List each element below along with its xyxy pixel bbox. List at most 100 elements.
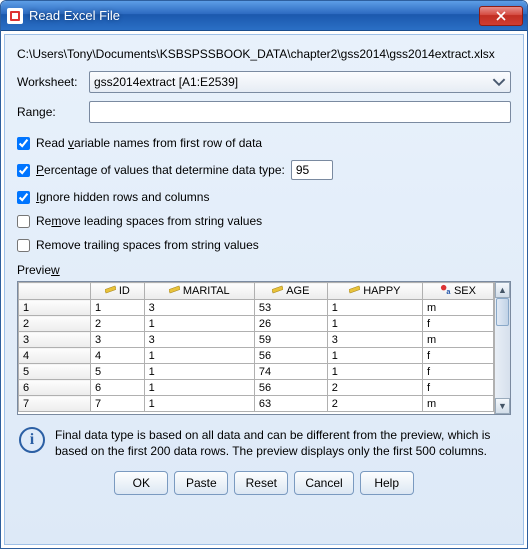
help-button[interactable]: Help [360, 471, 414, 495]
table-cell[interactable]: 7 [91, 396, 145, 412]
remove-leading-label: Remove leading spaces from string values [36, 214, 262, 228]
info-row: i Final data type is based on all data a… [19, 427, 509, 459]
table-cell[interactable]: 5 [91, 364, 145, 380]
row-number[interactable]: 4 [19, 348, 91, 364]
table-row: 551741f [19, 364, 494, 380]
ok-button[interactable]: OK [114, 471, 168, 495]
worksheet-combo[interactable]: gss2014extract [A1:E2539] [89, 71, 511, 93]
table-header[interactable]: AGE [254, 283, 327, 300]
range-row: Range: [17, 101, 511, 123]
pct-checkbox[interactable] [17, 164, 30, 177]
pct-row: Percentage of values that determine data… [17, 160, 511, 180]
dialog-window: Read Excel File C:\Users\Tony\Documents\… [0, 0, 528, 549]
row-number[interactable]: 3 [19, 332, 91, 348]
pct-label: Percentage of values that determine data… [36, 163, 285, 177]
table-row: 771632m [19, 396, 494, 412]
table-header[interactable]: aSEX [422, 283, 493, 300]
table-cell[interactable]: 1 [91, 300, 145, 316]
table-cell[interactable]: 1 [144, 364, 254, 380]
row-number[interactable]: 2 [19, 316, 91, 332]
worksheet-label: Worksheet: [17, 75, 89, 89]
table-cell[interactable]: 3 [144, 332, 254, 348]
table-cell[interactable]: 56 [254, 380, 327, 396]
remove-leading-row: Remove leading spaces from string values [17, 214, 511, 228]
table-row: 661562f [19, 380, 494, 396]
table-row: 441561f [19, 348, 494, 364]
paste-button[interactable]: Paste [174, 471, 228, 495]
scroll-down-button[interactable]: ▼ [495, 398, 510, 414]
preview-table-scroll: IDMARITALAGEHAPPYaSEX 113531m221261f3335… [18, 282, 494, 414]
col-name: HAPPY [363, 285, 400, 297]
table-cell[interactable]: 56 [254, 348, 327, 364]
file-path: C:\Users\Tony\Documents\KSBSPSSBOOK_DATA… [17, 47, 511, 61]
table-cell[interactable]: m [422, 396, 493, 412]
table-cell[interactable]: 63 [254, 396, 327, 412]
table-cell[interactable]: f [422, 348, 493, 364]
window-title: Read Excel File [29, 8, 479, 23]
table-cell[interactable]: f [422, 380, 493, 396]
table-cell[interactable]: 1 [327, 316, 422, 332]
table-row: 221261f [19, 316, 494, 332]
table-cell[interactable]: 2 [91, 316, 145, 332]
table-cell[interactable]: 3 [144, 300, 254, 316]
reset-button[interactable]: Reset [234, 471, 288, 495]
remove-trailing-checkbox[interactable] [17, 239, 30, 252]
worksheet-value: gss2014extract [A1:E2539] [94, 75, 238, 89]
scrollbar-vertical[interactable]: ▲ ▼ [494, 282, 510, 414]
worksheet-row: Worksheet: gss2014extract [A1:E2539] [17, 71, 511, 93]
close-icon [496, 11, 506, 21]
table-cell[interactable]: 2 [327, 380, 422, 396]
table-header[interactable]: ID [91, 283, 145, 300]
table-cell[interactable]: 3 [327, 332, 422, 348]
table-cell[interactable]: f [422, 316, 493, 332]
col-type-icon: a [440, 284, 451, 298]
range-label: Range: [17, 105, 89, 119]
read-var-row: Read variable names from first row of da… [17, 136, 511, 150]
scroll-thumb[interactable] [496, 298, 509, 326]
scroll-track[interactable] [495, 298, 510, 398]
ignore-hidden-row: Ignore hidden rows and columns [17, 190, 511, 204]
table-cell[interactable]: 6 [91, 380, 145, 396]
table-cell[interactable]: 3 [91, 332, 145, 348]
row-number[interactable]: 6 [19, 380, 91, 396]
col-type-icon [349, 284, 360, 298]
range-input[interactable] [89, 101, 511, 123]
col-name: AGE [286, 285, 309, 297]
table-cell[interactable]: 53 [254, 300, 327, 316]
client-area: C:\Users\Tony\Documents\KSBSPSSBOOK_DATA… [4, 34, 524, 545]
button-bar: OK Paste Reset Cancel Help [17, 471, 511, 495]
table-cell[interactable]: 74 [254, 364, 327, 380]
table-cell[interactable]: 1 [144, 316, 254, 332]
cancel-button[interactable]: Cancel [294, 471, 353, 495]
ignore-hidden-checkbox[interactable] [17, 191, 30, 204]
table-cell[interactable]: 4 [91, 348, 145, 364]
col-name: SEX [454, 285, 476, 297]
table-cell[interactable]: m [422, 300, 493, 316]
table-cell[interactable]: m [422, 332, 493, 348]
close-button[interactable] [479, 6, 523, 26]
table-row: 113531m [19, 300, 494, 316]
table-cell[interactable]: 1 [144, 380, 254, 396]
table-cell[interactable]: 1 [327, 348, 422, 364]
scroll-up-button[interactable]: ▲ [495, 282, 510, 298]
read-var-checkbox[interactable] [17, 137, 30, 150]
table-cell[interactable]: 59 [254, 332, 327, 348]
row-number[interactable]: 1 [19, 300, 91, 316]
titlebar: Read Excel File [1, 1, 527, 31]
table-header[interactable]: MARITAL [144, 283, 254, 300]
row-number[interactable]: 7 [19, 396, 91, 412]
table-cell[interactable]: f [422, 364, 493, 380]
table-cell[interactable]: 1 [144, 396, 254, 412]
table-cell[interactable]: 1 [327, 300, 422, 316]
row-number[interactable]: 5 [19, 364, 91, 380]
table-cell[interactable]: 1 [327, 364, 422, 380]
table-cell[interactable]: 26 [254, 316, 327, 332]
app-icon [7, 8, 23, 24]
remove-leading-checkbox[interactable] [17, 215, 30, 228]
table-cell[interactable]: 2 [327, 396, 422, 412]
table-header[interactable]: HAPPY [327, 283, 422, 300]
remove-trailing-label: Remove trailing spaces from string value… [36, 238, 259, 252]
col-name: ID [119, 285, 130, 297]
table-cell[interactable]: 1 [144, 348, 254, 364]
pct-input[interactable] [291, 160, 333, 180]
